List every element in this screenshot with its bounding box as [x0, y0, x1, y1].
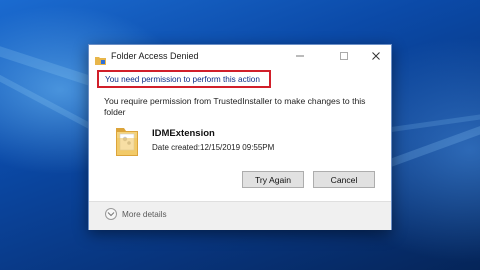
- minimize-button[interactable]: [285, 45, 315, 67]
- folder-access-denied-dialog: Folder Access Denied You need permission…: [88, 44, 392, 230]
- folder-name: IDMExtension: [152, 128, 215, 139]
- maximize-icon: [340, 52, 348, 60]
- window-title: Folder Access Denied: [111, 51, 199, 61]
- maximize-button[interactable]: [329, 45, 359, 67]
- folder-icon: [114, 124, 140, 158]
- permission-message: You require permission from TrustedInsta…: [104, 96, 366, 117]
- folder-date-created: Date created:12/15/2019 09:55PM: [152, 143, 275, 152]
- try-again-button[interactable]: Try Again: [242, 171, 304, 188]
- minimize-icon: [296, 55, 304, 57]
- more-details-toggle[interactable]: More details: [105, 208, 167, 220]
- title-bar[interactable]: Folder Access Denied: [89, 45, 391, 69]
- folder-shield-icon: [95, 52, 106, 65]
- chevron-down-icon: [105, 208, 117, 220]
- more-details-label: More details: [122, 209, 167, 219]
- close-icon: [372, 52, 380, 60]
- dialog-heading: You need permission to perform this acti…: [105, 75, 260, 84]
- cancel-button[interactable]: Cancel: [313, 171, 375, 188]
- close-button[interactable]: [361, 45, 391, 67]
